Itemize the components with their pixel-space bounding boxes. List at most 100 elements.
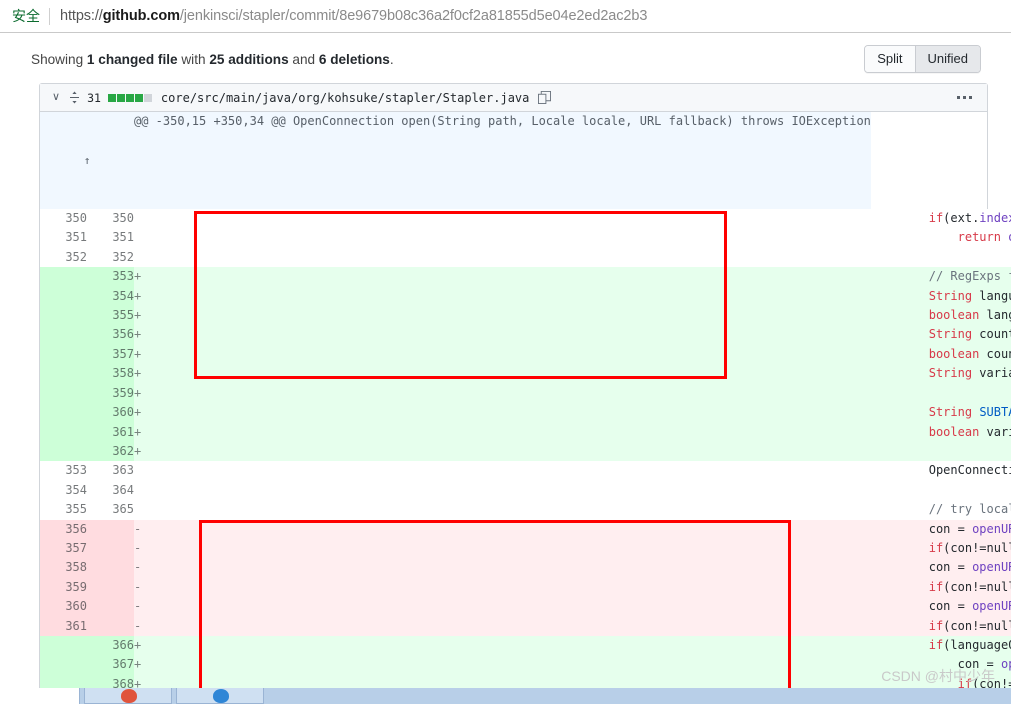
line-number-old[interactable]: 360 (40, 597, 87, 617)
file-diff-container: ∨ 31 core/src/main/java/org/kohsuke/stap… (39, 83, 1011, 704)
code-line (870, 247, 1011, 268)
expand-up-icon[interactable]: ↑ (40, 151, 134, 170)
line-number-new[interactable]: 350 (87, 209, 134, 229)
line-number-new[interactable]: 354 (87, 286, 134, 307)
deletions-count: 6 deletions (318, 51, 390, 67)
code-line: String language = locale.getLanguage(); (870, 286, 1011, 307)
line-number-old[interactable] (40, 306, 87, 326)
code-line (870, 383, 1011, 404)
line-number-old[interactable]: 361 (40, 616, 87, 636)
diff-marker (134, 461, 871, 481)
line-number-old[interactable]: 355 (40, 500, 87, 520)
diff-row-add: 360+ String SUBTAG = "(?:[0-9][0-9a-zA-Z… (40, 403, 1011, 423)
line-number-new[interactable] (87, 558, 134, 578)
diff-row-ctx: 354 364 (40, 480, 1011, 501)
line-number-old[interactable]: 354 (40, 480, 87, 501)
diff-marker: - (134, 577, 871, 598)
line-number-new[interactable] (87, 616, 134, 636)
file-options-menu[interactable] (950, 96, 979, 99)
line-number-old[interactable] (40, 422, 87, 442)
diff-row-add: 353+ // RegExps found in Locale JavaDoc (40, 267, 1011, 287)
changed-files-count: 1 changed file (86, 51, 178, 67)
line-number-old[interactable]: 356 (40, 519, 87, 539)
code-line: return openURL(fallback); (870, 228, 1011, 248)
line-number-new[interactable]: 366 (87, 635, 134, 656)
diff-row-del: 360 - con = openURL(map(base+'_'+ locale.… (40, 597, 1011, 617)
copy-path-icon[interactable] (538, 91, 552, 104)
line-number-new[interactable]: 351 (87, 228, 134, 248)
file-change-count: 31 (87, 90, 101, 105)
diff-marker: + (134, 364, 871, 384)
taskbar-item-1[interactable] (84, 688, 172, 704)
diff-toolbar: Showing 1 changed file with 25 additions… (0, 33, 1011, 83)
diff-marker: - (134, 538, 871, 559)
diff-marker: + (134, 655, 871, 675)
line-number-new[interactable]: 352 (87, 247, 134, 268)
line-number-old[interactable]: 353 (40, 461, 87, 481)
line-number-new[interactable] (87, 597, 134, 617)
security-badge: 安全 (12, 8, 40, 24)
code-line: OpenConnection con; (870, 461, 1011, 481)
line-number-old[interactable]: 358 (40, 558, 87, 578)
file-path[interactable]: core/src/main/java/org/kohsuke/stapler/S… (161, 91, 529, 105)
line-number-old[interactable] (40, 286, 87, 307)
line-number-new[interactable]: 365 (87, 500, 134, 520)
line-number-old[interactable]: 352 (40, 247, 87, 268)
taskbar-item-2[interactable] (176, 688, 264, 704)
line-number-new[interactable]: 367 (87, 655, 134, 675)
code-line: // RegExps found in Locale JavaDoc (870, 267, 1011, 287)
diff-marker (134, 228, 871, 248)
split-view-button[interactable]: Split (865, 46, 915, 72)
line-number-new[interactable] (87, 577, 134, 598)
line-number-old[interactable] (40, 655, 87, 675)
os-taskbar (0, 688, 1011, 704)
expand-collapse-icon[interactable] (69, 91, 80, 104)
diff-summary: Showing 1 changed file with 25 additions… (31, 52, 394, 67)
diffstat-block-2 (125, 93, 134, 102)
unified-view-button[interactable]: Unified (914, 46, 980, 72)
diff-row-del: 357 - if(con!=null) return con; (40, 538, 1011, 559)
line-number-new[interactable] (87, 519, 134, 539)
line-number-old[interactable] (40, 403, 87, 423)
line-number-old[interactable] (40, 635, 87, 656)
chevron-down-icon[interactable]: ∨ (52, 92, 60, 103)
url-host: github.com (102, 8, 180, 24)
url-path: /jenkinsci/stapler/commit/8e9679b08c36a2… (179, 8, 648, 24)
summary-prefix: Showing (31, 51, 87, 67)
diff-row-del: 359 - if(con!=null) return con; (40, 577, 1011, 598)
line-number-new[interactable]: 356 (87, 325, 134, 345)
diff-row-del: 356 - con = openURL(map(base + '_' + loca… (40, 519, 1011, 539)
line-number-old[interactable] (40, 441, 87, 462)
line-number-old[interactable] (40, 364, 87, 384)
line-number-new[interactable]: 362 (87, 441, 134, 462)
hunk-expand-button[interactable]: ↑ (40, 112, 134, 210)
line-number-old[interactable]: 350 (40, 209, 87, 229)
line-number-old[interactable] (40, 344, 87, 365)
code-line: String variant = locale.getVariant(); (870, 364, 1011, 384)
line-number-new[interactable] (87, 538, 134, 559)
url-text[interactable]: https://github.com/jenkinsci/stapler/com… (60, 8, 647, 24)
diff-row-ctx: 352 352 (40, 247, 1011, 268)
line-number-new[interactable]: 355 (87, 306, 134, 326)
line-number-old[interactable]: 357 (40, 538, 87, 559)
line-number-new[interactable]: 364 (87, 480, 134, 501)
line-number-new[interactable]: 363 (87, 461, 134, 481)
line-number-old[interactable] (40, 325, 87, 345)
diff-row-ctx: 351351 return openURL(fallback); (40, 228, 1011, 248)
line-number-new[interactable]: 357 (87, 344, 134, 365)
diff-marker (134, 247, 871, 268)
line-number-old[interactable]: 351 (40, 228, 87, 248)
line-number-old[interactable] (40, 267, 87, 287)
line-number-old[interactable] (40, 383, 87, 404)
diff-row-add: 367+ con = openURL(map(base + '_' + lang… (40, 655, 1011, 675)
line-number-new[interactable]: 358 (87, 364, 134, 384)
line-number-new[interactable]: 361 (87, 422, 134, 442)
taskbar-start-button[interactable] (0, 688, 80, 704)
line-number-new[interactable]: 353 (87, 267, 134, 287)
line-number-new[interactable]: 360 (87, 403, 134, 423)
line-number-new[interactable]: 359 (87, 383, 134, 404)
diff-row-add: 362 + (40, 441, 1011, 462)
additions-count: 25 additions (209, 51, 289, 67)
line-number-old[interactable]: 359 (40, 577, 87, 598)
diff-marker: + (134, 306, 871, 326)
